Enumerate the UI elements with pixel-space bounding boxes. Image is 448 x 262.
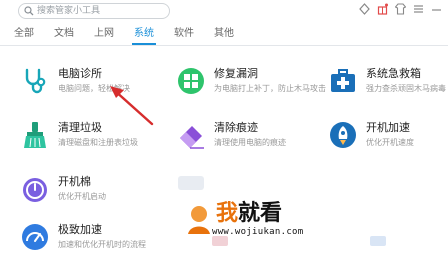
search-box[interactable]: 搜索管家小工具: [18, 3, 170, 19]
rocket-icon: [330, 122, 356, 148]
gift-icon[interactable]: [377, 3, 388, 15]
tab-software[interactable]: 软件: [174, 27, 194, 43]
partial-tool-icon-3: [370, 236, 386, 246]
tool-desc: 清理使用电脑的痕迹: [214, 138, 286, 147]
tool-extreme-speedup[interactable]: 极致加速 加速和优化开机时的流程: [20, 222, 170, 262]
tool-desc: 加速和优化开机时的流程: [58, 240, 146, 249]
eraser-icon: [180, 126, 204, 149]
annotation-arrow: [110, 86, 154, 126]
diamond-icon[interactable]: [359, 3, 370, 15]
top-bar: 搜索管家小工具: [0, 0, 448, 22]
category-tabs: 全部 文档 上网 系统 软件 其他: [14, 27, 254, 45]
tool-boot-speedup[interactable]: 开机加速 优化开机速度: [328, 120, 446, 160]
tool-boot-timer[interactable]: 开机棉 优化开机启动: [20, 174, 150, 214]
tab-documents[interactable]: 文档: [54, 27, 74, 43]
tabs-divider: [0, 45, 448, 46]
tool-desc: 优化开机速度: [366, 138, 414, 147]
minimize-icon[interactable]: [431, 3, 442, 15]
watermark-logo-icon: [188, 206, 210, 234]
search-placeholder: 搜索管家小工具: [37, 6, 101, 16]
tool-name: 清除痕迹: [214, 121, 258, 134]
tool-name: 清理垃圾: [58, 121, 102, 134]
tool-name: 电脑诊所: [58, 67, 102, 80]
tab-all[interactable]: 全部: [14, 27, 34, 43]
watermark: 我就看 www.wojiukan.com: [150, 200, 330, 244]
tool-desc: 强力查杀顽固木马病毒: [366, 84, 446, 93]
watermark-text: 我就看: [216, 200, 283, 226]
tool-desc: 清理磁盘和注册表垃圾: [58, 138, 138, 147]
search-icon: [24, 6, 34, 16]
power-clock-icon: [23, 178, 47, 202]
tab-other[interactable]: 其他: [214, 27, 234, 43]
tool-desc: 为电脑打上补丁，防止木马攻击: [214, 84, 326, 93]
broom-icon: [24, 122, 46, 148]
tool-name: 极致加速: [58, 223, 102, 236]
speedometer-icon: [22, 224, 48, 250]
tool-first-aid[interactable]: 系统急救箱 强力查杀顽固木马病毒: [328, 66, 446, 106]
tool-fix-vulnerabilities[interactable]: 修复漏洞 为电脑打上补丁，防止木马攻击: [176, 66, 326, 106]
tool-desc: 优化开机启动: [58, 192, 106, 201]
tool-name: 开机加速: [366, 121, 410, 134]
window-controls: [359, 3, 442, 17]
tab-system[interactable]: 系统: [132, 27, 156, 45]
menu-icon[interactable]: [413, 3, 424, 15]
tool-name: 系统急救箱: [366, 67, 421, 80]
tool-name: 开机棉: [58, 175, 91, 188]
first-aid-kit-icon: [331, 69, 355, 92]
tab-internet[interactable]: 上网: [94, 27, 114, 43]
tool-name: 修复漏洞: [214, 67, 258, 80]
tool-clear-traces[interactable]: 清除痕迹 清理使用电脑的痕迹: [176, 120, 306, 160]
partial-tool-icon: [178, 176, 204, 190]
windows-shield-icon: [178, 68, 204, 94]
shirt-icon[interactable]: [395, 3, 406, 15]
stethoscope-icon: [25, 68, 46, 94]
watermark-url: www.wojiukan.com: [212, 227, 304, 237]
